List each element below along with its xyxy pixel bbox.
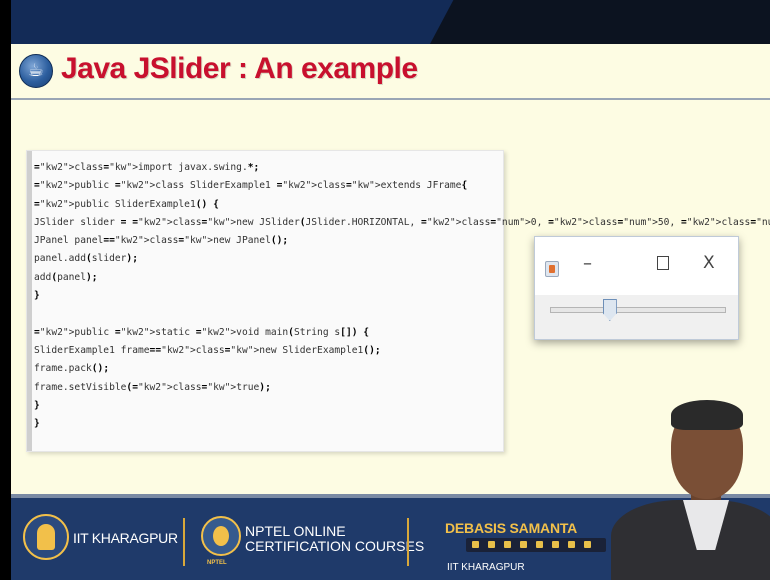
footer-divider	[183, 518, 185, 566]
iit-label: IIT KHARAGPUR	[73, 530, 178, 546]
window-title-bar: – X	[535, 237, 738, 295]
code-line: ="kw2">public SliderExample1() {	[34, 198, 219, 210]
slider-track[interactable]	[550, 307, 726, 313]
java-coffee-cup-icon: ☕	[19, 54, 53, 88]
slide-title: Java JSlider : An example	[61, 52, 418, 85]
jframe-window: – X	[534, 236, 739, 340]
code-line: frame.pack();	[34, 363, 110, 375]
iit-kharagpur-logo	[23, 514, 69, 560]
nptel-label: NPTEL ONLINE CERTIFICATION COURSES	[245, 523, 425, 554]
presenter-name: DEBASIS SAMANTA	[445, 520, 578, 536]
java-app-icon	[545, 261, 559, 277]
presenter-affiliation: IIT KHARAGPUR	[447, 562, 525, 573]
code-line: }	[34, 399, 40, 411]
code-line: ="kw2">public ="kw2">class SliderExample…	[34, 180, 468, 192]
slider-thumb[interactable]	[602, 299, 617, 321]
footer-divider	[407, 518, 409, 566]
video-frame: ☕ Java JSlider : An example ="kw2">class…	[0, 0, 770, 580]
code-line: JSlider slider = ="kw2">class="kw">new J…	[34, 216, 770, 228]
code-listing: ="kw2">class="kw">import javax.swing.*; =…	[26, 150, 770, 452]
code-line: frame.setVisible(="kw2">class="kw">true)…	[34, 381, 271, 393]
close-button[interactable]: X	[703, 253, 715, 273]
slide-top-bar	[11, 0, 770, 44]
code-line: ="kw2">class="kw">import javax.swing.*;	[34, 162, 260, 173]
decorative-icon-strip	[466, 538, 606, 552]
slide: ☕ Java JSlider : An example ="kw2">class…	[11, 0, 770, 580]
nptel-logo-text: NPTEL	[207, 560, 227, 566]
nptel-logo	[201, 516, 241, 556]
maximize-button[interactable]	[657, 256, 669, 270]
code-line: }	[34, 418, 40, 430]
minimize-button[interactable]: –	[583, 253, 592, 274]
slide-header: ☕ Java JSlider : An example	[11, 44, 770, 100]
code-line: SliderExample1 frame=="kw2">class="kw">n…	[34, 344, 381, 356]
